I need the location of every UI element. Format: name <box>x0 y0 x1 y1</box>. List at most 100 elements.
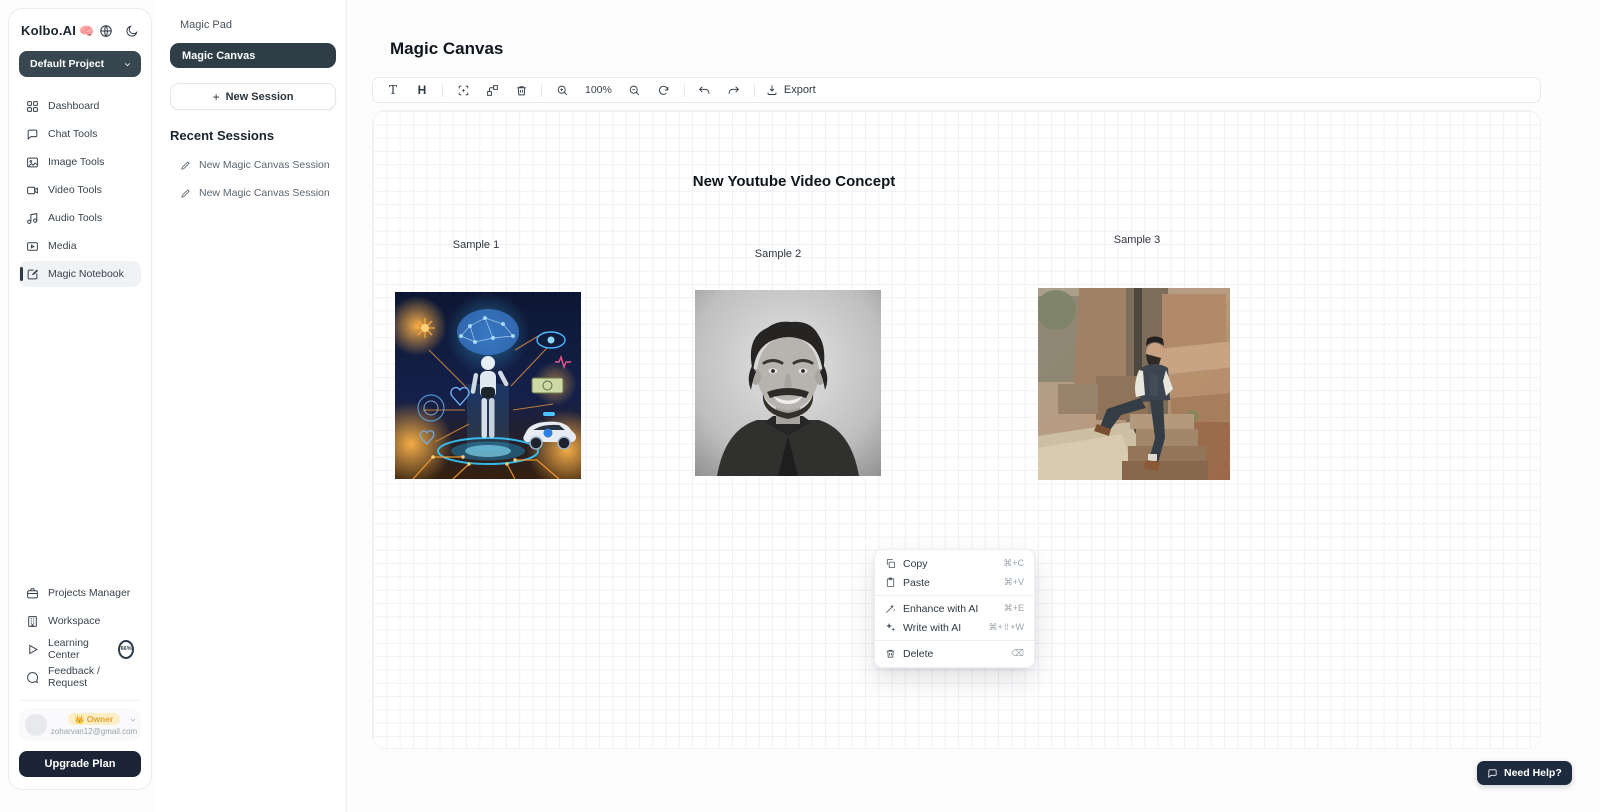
sidebar-item-learning-center[interactable]: Learning Center 66% <box>19 636 141 662</box>
context-menu-item-enhance-with-ai[interactable]: Enhance with AI ⌘+E <box>875 599 1034 618</box>
owner-badge-label: Owner <box>87 714 113 724</box>
sample-1-label[interactable]: Sample 1 <box>431 239 521 251</box>
project-selector[interactable]: Default Project <box>19 51 141 77</box>
clipboard-icon <box>885 577 896 588</box>
sidebar-item-label: Learning Center <box>48 637 107 661</box>
magic-wand-icon <box>885 603 896 614</box>
context-menu-item-paste[interactable]: Paste ⌘+V <box>875 573 1034 592</box>
context-menu-item-copy[interactable]: Copy ⌘+C <box>875 554 1034 573</box>
undo-button[interactable] <box>696 81 714 99</box>
sidebar-item-label: Dashboard <box>48 100 99 112</box>
sidebar-item-audio-tools[interactable]: Audio Tools <box>19 205 141 231</box>
zoom-out-icon <box>628 84 641 97</box>
canvas-title-text[interactable]: New Youtube Video Concept <box>691 173 897 190</box>
export-label: Export <box>784 84 816 96</box>
redo-icon <box>727 84 740 97</box>
sample-1-image[interactable] <box>395 292 581 479</box>
session-item-label: New Magic Canvas Session <box>199 187 330 199</box>
plus-icon: + <box>213 90 220 104</box>
reset-view-button[interactable] <box>655 81 673 99</box>
sparkles-icon <box>885 622 896 633</box>
sample-2-image[interactable] <box>695 290 881 476</box>
sidebar-footer-nav: Projects Manager Workspace Learning Cent… <box>19 580 141 690</box>
brand-logo: Kolbo.AI <box>21 23 76 38</box>
pencil-icon <box>180 160 191 171</box>
sidebar-item-label: Image Tools <box>48 156 104 168</box>
canvas-toolbar: T H 100% Export <box>372 77 1541 103</box>
feedback-bubble-icon <box>26 671 39 684</box>
rotate-icon <box>657 84 670 97</box>
sidebar-item-video-tools[interactable]: Video Tools <box>19 177 141 203</box>
sample-2-label[interactable]: Sample 2 <box>733 248 823 260</box>
context-menu-shortcut: ⌘+V <box>1004 577 1024 588</box>
connector-nodes-tool-button[interactable] <box>483 81 501 99</box>
help-chat-icon <box>1487 768 1498 779</box>
context-menu-shortcut: ⌫ <box>1011 648 1024 659</box>
sidebar: Kolbo.AI 🧠 Default Project Dashboard Cha… <box>8 8 152 790</box>
sample-3-label[interactable]: Sample 3 <box>1092 234 1182 246</box>
heading-tool-button[interactable]: H <box>413 81 431 99</box>
sidebar-item-image-tools[interactable]: Image Tools <box>19 149 141 175</box>
sidebar-item-label: Audio Tools <box>48 212 102 224</box>
user-info: 👑 Owner zoharvan12@gmail.com <box>53 713 135 736</box>
user-section: 👑 Owner zoharvan12@gmail.com Upgrade Pla… <box>19 700 141 777</box>
need-help-button[interactable]: Need Help? <box>1477 761 1572 785</box>
brand-icon: 🧠 <box>79 24 94 38</box>
recent-sessions-title: Recent Sessions <box>170 128 336 143</box>
sidebar-item-workspace[interactable]: Workspace <box>19 608 141 634</box>
new-session-label: New Session <box>226 91 294 103</box>
new-session-button[interactable]: + New Session <box>170 83 336 110</box>
context-menu-label: Copy <box>903 558 928 570</box>
sidebar-item-dashboard[interactable]: Dashboard <box>19 93 141 119</box>
context-menu-item-write-with-ai[interactable]: Write with AI ⌘+⇧+W <box>875 618 1034 637</box>
toolbar-separator <box>754 83 755 97</box>
user-card[interactable]: 👑 Owner zoharvan12@gmail.com <box>19 708 141 741</box>
context-menu-label: Delete <box>903 648 933 660</box>
zoom-out-button[interactable] <box>626 81 644 99</box>
session-item[interactable]: New Magic Canvas Session <box>170 152 336 178</box>
dark-mode-moon-icon[interactable] <box>125 24 139 38</box>
toolbar-separator <box>442 83 443 97</box>
language-globe-icon[interactable] <box>99 24 113 38</box>
panel-item-magic-canvas[interactable]: Magic Canvas <box>170 43 336 68</box>
sidebar-item-projects-manager[interactable]: Projects Manager <box>19 580 141 606</box>
sample-3-image[interactable] <box>1038 288 1230 480</box>
nodes-icon <box>486 84 499 97</box>
canvas-grid[interactable]: New Youtube Video Concept Sample 1 Sampl… <box>372 110 1541 749</box>
upgrade-plan-button[interactable]: Upgrade Plan <box>19 751 141 777</box>
notebook-pen-icon <box>26 268 39 281</box>
export-button[interactable]: Export <box>766 84 816 96</box>
sidebar-item-media[interactable]: Media <box>19 233 141 259</box>
ai-select-tool-button[interactable] <box>454 81 472 99</box>
trash-icon <box>885 648 896 659</box>
zoom-in-icon <box>556 84 569 97</box>
copy-icon <box>885 558 896 569</box>
avatar <box>25 714 47 736</box>
zoom-in-button[interactable] <box>553 81 571 99</box>
context-menu-item-delete[interactable]: Delete ⌫ <box>875 644 1034 663</box>
video-camera-icon <box>26 184 39 197</box>
context-menu-divider <box>875 595 1034 596</box>
panel-item-magic-pad[interactable]: Magic Pad <box>170 14 336 36</box>
need-help-label: Need Help? <box>1504 767 1562 779</box>
play-icon <box>26 643 39 656</box>
context-menu-label: Enhance with AI <box>903 603 978 615</box>
context-menu-label: Write with AI <box>903 622 961 634</box>
context-menu: Copy ⌘+C Paste ⌘+V Enhance with AI ⌘+E W… <box>874 549 1035 668</box>
learning-progress-ring: 66% <box>118 640 134 659</box>
delete-tool-button[interactable] <box>512 81 530 99</box>
sidebar-item-magic-notebook[interactable]: Magic Notebook <box>19 261 141 287</box>
redo-button[interactable] <box>725 81 743 99</box>
text-tool-button[interactable]: T <box>384 81 402 99</box>
session-item-label: New Magic Canvas Session <box>199 159 330 171</box>
session-item[interactable]: New Magic Canvas Session <box>170 180 336 206</box>
sidebar-spacer <box>19 287 141 564</box>
sidebar-item-feedback-request[interactable]: Feedback / Request <box>19 664 141 690</box>
media-icon <box>26 240 39 253</box>
sidebar-nav: Dashboard Chat Tools Image Tools Video T… <box>19 93 141 287</box>
toolbar-separator <box>541 83 542 97</box>
session-list: New Magic Canvas Session New Magic Canva… <box>170 152 336 206</box>
sidebar-item-chat-tools[interactable]: Chat Tools <box>19 121 141 147</box>
context-menu-label: Paste <box>903 577 930 589</box>
context-menu-shortcut: ⌘+E <box>1004 603 1024 614</box>
